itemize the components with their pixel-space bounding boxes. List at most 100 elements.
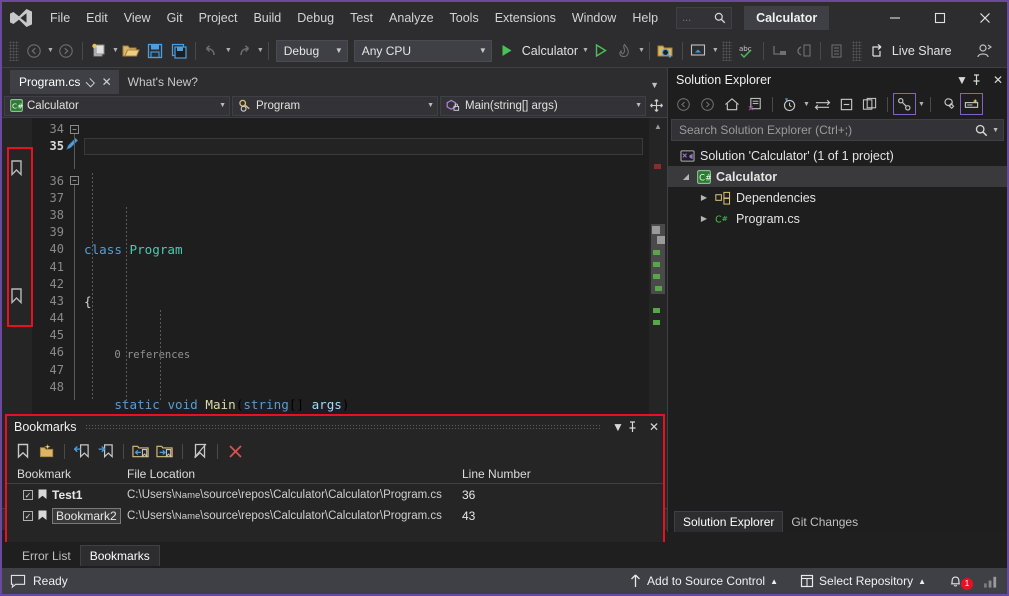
menu-item-git[interactable]: Git — [159, 6, 191, 30]
collapsed-arrow-icon[interactable]: ▶ — [698, 193, 710, 202]
bookmarks-list[interactable]: ✓ Test1 C:\Users\Name\source\repos\Calcu… — [7, 484, 663, 526]
solution-explorer-search-input[interactable]: Search Solution Explorer (Ctrl+;) ▼ — [671, 119, 1004, 141]
add-to-source-control-button[interactable]: Add to Source Control ▲ — [621, 568, 786, 594]
new-project-icon[interactable] — [87, 38, 111, 64]
bookmark-name-edit-field[interactable]: Bookmark2 — [52, 508, 121, 524]
close-tab-icon[interactable]: ✕ — [102, 75, 112, 89]
column-header-file-location[interactable]: File Location — [127, 467, 462, 481]
open-file-icon[interactable] — [119, 38, 143, 64]
panel-menu-chevron-icon[interactable]: ▼ — [953, 73, 971, 87]
search-in-files-icon[interactable] — [654, 38, 678, 64]
tab-git-changes[interactable]: Git Changes — [783, 511, 866, 532]
toggle-bookmark-icon[interactable] — [12, 440, 34, 462]
menu-item-window[interactable]: Window — [564, 6, 624, 30]
redo-icon[interactable] — [232, 38, 256, 64]
live-preview-icon[interactable] — [687, 38, 711, 64]
navbar-type-combo[interactable]: Program ▼ — [232, 96, 438, 116]
navbar-project-combo[interactable]: C# Calculator ▼ — [4, 96, 230, 116]
undo-dropdown-icon[interactable]: ▼ — [225, 47, 232, 54]
menu-item-help[interactable]: Help — [624, 6, 666, 30]
menu-item-edit[interactable]: Edit — [78, 6, 116, 30]
hot-reload-icon[interactable] — [613, 38, 637, 64]
home-icon[interactable] — [720, 93, 743, 115]
save-all-icon[interactable] — [167, 38, 191, 64]
bookmark-enabled-checkbox[interactable]: ✓ — [23, 490, 33, 500]
menu-item-debug[interactable]: Debug — [289, 6, 342, 30]
pending-changes-filter-icon[interactable] — [744, 93, 767, 115]
bookmark-glyph-icon[interactable] — [10, 288, 23, 304]
menu-item-project[interactable]: Project — [191, 6, 246, 30]
live-share-button[interactable]: Live Share — [865, 43, 958, 58]
pin-tab-icon[interactable]: ⊐ — [83, 74, 99, 90]
collapse-all-icon[interactable] — [835, 93, 858, 115]
navbar-member-combo[interactable]: Main(string[] args) ▼ — [440, 96, 646, 116]
close-button[interactable] — [962, 2, 1007, 34]
sync-with-active-document-icon[interactable] — [811, 93, 834, 115]
bookmark-row[interactable]: ✓ Bookmark2 C:\Users\Name\source\repos\C… — [7, 505, 663, 526]
tab-solution-explorer[interactable]: Solution Explorer — [674, 511, 783, 532]
navigate-backward-dropdown-icon[interactable]: ▼ — [47, 47, 54, 54]
tree-node-solution[interactable]: Solution 'Calculator' (1 of 1 project) — [668, 145, 1007, 166]
previous-bookmark-in-folder-icon[interactable] — [130, 440, 152, 462]
manage-accounts-icon[interactable] — [972, 38, 996, 64]
delete-bookmark-icon[interactable] — [224, 440, 246, 462]
split-editor-icon[interactable] — [648, 99, 665, 112]
step-into-icon[interactable] — [768, 38, 792, 64]
solution-platform-combo[interactable]: Any CPU ▼ — [354, 40, 492, 62]
tab-bookmarks[interactable]: Bookmarks — [80, 545, 160, 566]
menu-item-tools[interactable]: Tools — [442, 6, 487, 30]
close-panel-icon[interactable]: ✕ — [645, 420, 663, 434]
solution-explorer-tree[interactable]: Solution 'Calculator' (1 of 1 project) ◢… — [668, 143, 1007, 508]
menu-item-build[interactable]: Build — [245, 6, 289, 30]
undo-icon[interactable] — [200, 38, 224, 64]
disable-all-bookmarks-icon[interactable] — [189, 440, 211, 462]
menu-item-test[interactable]: Test — [342, 6, 381, 30]
spell-check-icon[interactable]: abc — [735, 38, 759, 64]
column-header-line-number[interactable]: Line Number — [462, 467, 663, 481]
menu-item-extensions[interactable]: Extensions — [487, 6, 564, 30]
menu-item-view[interactable]: View — [116, 6, 159, 30]
menu-item-file[interactable]: File — [42, 6, 78, 30]
start-without-debugging-icon[interactable] — [589, 38, 613, 64]
next-bookmark-icon[interactable] — [95, 440, 117, 462]
panel-menu-chevron-icon[interactable]: ▼ — [609, 420, 627, 434]
bookmark-name[interactable]: Test1 — [52, 488, 82, 502]
start-debugging-dropdown-icon[interactable]: ▼ — [582, 47, 589, 54]
scrollbar-thumb[interactable] — [651, 224, 665, 294]
bookmark-row[interactable]: ✓ Test1 C:\Users\Name\source\repos\Calcu… — [7, 484, 663, 505]
collapse-class-icon[interactable]: − — [70, 125, 79, 134]
tree-node-dependencies[interactable]: ▶ Dependencies — [668, 187, 1007, 208]
navigate-forward-icon[interactable] — [54, 38, 78, 64]
toolbar-grip[interactable] — [722, 41, 732, 61]
navigate-backward-icon[interactable] — [672, 93, 695, 115]
document-tab-whats-new[interactable]: What's New? — [119, 70, 205, 94]
new-folder-icon[interactable] — [36, 440, 58, 462]
save-icon[interactable] — [143, 38, 167, 64]
column-header-bookmark[interactable]: Bookmark — [7, 467, 127, 481]
hot-reload-dropdown-icon[interactable]: ▼ — [638, 47, 645, 54]
next-bookmark-in-folder-icon[interactable] — [154, 440, 176, 462]
solution-configuration-combo[interactable]: Debug ▼ — [276, 40, 348, 62]
navigate-backward-icon[interactable] — [22, 38, 46, 64]
pending-changes-history-icon[interactable] — [778, 93, 801, 115]
pin-panel-icon[interactable] — [971, 74, 989, 86]
live-preview-dropdown-icon[interactable]: ▼ — [712, 47, 719, 54]
show-all-files-icon[interactable] — [859, 93, 882, 115]
properties-icon[interactable] — [936, 93, 959, 115]
history-dropdown-icon[interactable]: ▼ — [803, 101, 810, 108]
collapse-method-icon[interactable]: − — [70, 176, 79, 185]
expanded-arrow-icon[interactable]: ◢ — [680, 172, 692, 181]
tab-overflow-chevron-icon[interactable]: ▼ — [650, 80, 659, 90]
tree-node-program-cs[interactable]: ▶ C# Program.cs — [668, 208, 1007, 229]
view-code-dropdown-icon[interactable]: ▼ — [918, 101, 925, 108]
tree-node-calculator[interactable]: ◢ C# Calculator — [668, 166, 1007, 187]
document-tab-program-cs[interactable]: Program.cs ⊐ ✕ — [10, 70, 119, 94]
collapsed-arrow-icon[interactable]: ▶ — [698, 214, 710, 223]
feedback-icon[interactable] — [983, 574, 999, 589]
menu-item-analyze[interactable]: Analyze — [381, 6, 441, 30]
bookmark-enabled-checkbox[interactable]: ✓ — [23, 511, 33, 521]
preview-selected-items-icon[interactable] — [960, 93, 983, 115]
toolbar-grip[interactable] — [9, 41, 19, 61]
start-debugging-label[interactable]: Calculator — [522, 44, 578, 58]
show-all-files-icon[interactable] — [825, 38, 849, 64]
